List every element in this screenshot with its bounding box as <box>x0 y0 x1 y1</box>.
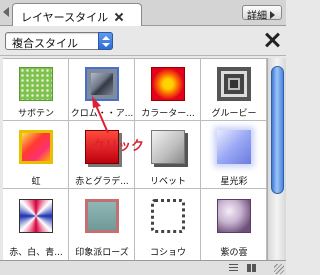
style-label: コショウ <box>149 248 186 258</box>
red-white-blue-thumbnail-icon <box>19 199 53 233</box>
style-impressionist-rose[interactable]: 印象派ローズ <box>69 189 135 260</box>
tab-close-icon[interactable] <box>114 12 124 22</box>
color-target-thumbnail-icon <box>151 67 185 101</box>
style-red-gradient[interactable]: 赤とグラデ... <box>69 121 135 189</box>
style-rivet[interactable]: リベット <box>135 121 201 189</box>
triangle-left-icon[interactable] <box>3 7 9 17</box>
rivet-thumbnail-icon <box>151 130 185 164</box>
detail-button-label: 詳細 <box>247 11 267 22</box>
star-glow-thumbnail-icon <box>217 130 251 164</box>
style-label: サボテン <box>17 109 54 119</box>
style-chrome[interactable]: クロム・・ア... <box>69 59 135 121</box>
style-label: 印象派ローズ <box>75 248 129 258</box>
scrollbar-thumb[interactable] <box>271 66 284 194</box>
style-label: 虹 <box>31 177 41 187</box>
thumbnail-view-icon[interactable] <box>247 264 256 272</box>
style-cactus[interactable]: サボテン <box>3 59 69 121</box>
detail-button[interactable]: 詳細 <box>242 5 282 22</box>
style-rainbow[interactable]: 虹 <box>3 121 69 189</box>
preset-category-select[interactable]: 複合スタイル <box>5 32 113 50</box>
impressionist-rose-thumbnail-icon <box>85 199 119 233</box>
style-label: 赤、白、青... <box>9 248 63 258</box>
style-pepper[interactable]: コショウ <box>135 189 201 260</box>
style-color-target[interactable]: カラーター... <box>135 59 201 121</box>
tab-label: レイヤースタイル <box>21 11 109 24</box>
click-annotation-label: クリック <box>92 139 145 154</box>
style-label: クロム・・ア... <box>70 109 134 119</box>
style-star-glow[interactable]: 星光彩 <box>201 121 267 189</box>
purple-cloud-thumbnail-icon <box>217 199 251 233</box>
triangle-right-icon <box>270 11 275 19</box>
tab-layer-styles[interactable]: レイヤースタイル <box>12 3 142 26</box>
list-view-icon[interactable] <box>229 264 238 272</box>
panel-footer <box>0 260 286 275</box>
select-value: 複合スタイル <box>12 37 78 50</box>
groovy-thumbnail-icon <box>217 67 251 101</box>
resize-grip-icon[interactable] <box>274 264 284 274</box>
vertical-scrollbar[interactable] <box>267 58 286 260</box>
panel-tab-bar: レイヤースタイル 詳細 <box>0 0 286 26</box>
style-label: 赤とグラデ... <box>75 177 129 187</box>
style-grid: サボテン クロム・・ア... カラーター... グルービー 虹 赤とグラデ...… <box>3 58 267 260</box>
cactus-thumbnail-icon <box>19 67 53 101</box>
toolbar: 複合スタイル <box>0 26 286 56</box>
up-down-arrows-icon[interactable] <box>98 32 113 50</box>
style-groovy[interactable]: グルービー <box>201 59 267 121</box>
style-red-white-blue[interactable]: 赤、白、青... <box>3 189 69 260</box>
style-label: 星光彩 <box>220 177 248 187</box>
style-label: 紫の雲 <box>220 248 248 258</box>
pepper-thumbnail-icon <box>151 199 185 233</box>
style-label: リベット <box>149 177 186 187</box>
style-purple-cloud[interactable]: 紫の雲 <box>201 189 267 260</box>
chrome-thumbnail-icon <box>85 67 119 101</box>
rainbow-thumbnail-icon <box>19 130 53 164</box>
style-label: グルービー <box>211 109 257 119</box>
clear-style-x-icon[interactable] <box>264 32 280 48</box>
style-label: カラーター... <box>141 109 195 119</box>
